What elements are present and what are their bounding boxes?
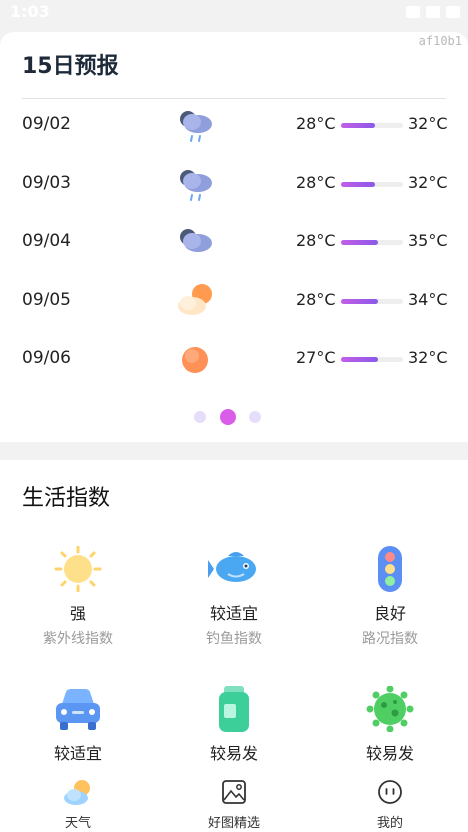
forecast-date: 09/06 (22, 348, 71, 368)
temperature-range-fill (341, 182, 376, 187)
weather-icon (64, 780, 90, 805)
life-item-traffic[interactable]: 良好 路况指数 (312, 546, 468, 648)
nav-weather[interactable]: 天气 (0, 776, 156, 831)
status-time: 1:03 (10, 2, 50, 21)
car-icon (56, 689, 100, 730)
forecast-row[interactable]: 09/06 27°C 32°C (0, 334, 468, 386)
life-item-bottle[interactable]: 较易发 (156, 686, 312, 764)
forecast-row[interactable]: 09/05 28°C 34°C (0, 276, 468, 328)
rain-cloud-icon (180, 111, 212, 142)
life-item-value: 强 (69, 604, 86, 623)
forecast-row[interactable]: 09/04 28°C 35°C (0, 217, 468, 269)
forecast-date: 09/03 (22, 173, 71, 193)
nav-label: 我的 (376, 816, 403, 831)
temperature-range-fill (341, 357, 379, 362)
life-item-virus[interactable]: 较易发 (312, 686, 468, 764)
forecast-low: 28°C (296, 290, 336, 309)
profile-icon (378, 780, 402, 804)
image-icon (222, 780, 246, 804)
traffic-light-icon (378, 546, 402, 592)
life-item-name: 紫外线指数 (43, 631, 113, 647)
life-item-value: 较易发 (365, 744, 414, 763)
forecast-row[interactable]: 09/02 28°C 32°C (0, 100, 468, 152)
cloudy-icon (180, 229, 212, 252)
partly-cloudy-icon (178, 284, 212, 315)
divider (22, 98, 446, 99)
life-index-title: 生活指数 (22, 486, 111, 511)
life-item-car[interactable]: 较适宜 (0, 686, 156, 764)
wifi-icon (406, 6, 420, 18)
temperature-range-bar (341, 123, 403, 128)
forecast-date: 09/04 (22, 231, 71, 251)
signal-icon (426, 6, 440, 18)
temperature-range-fill (341, 299, 379, 304)
forecast-title: 15日预报 (22, 54, 119, 79)
forecast-high: 34°C (408, 290, 448, 309)
life-item-name: 路况指数 (362, 631, 418, 647)
forecast-high: 32°C (408, 114, 448, 133)
forecast-high: 35°C (408, 231, 448, 250)
life-item-uv[interactable]: 强 紫外线指数 (0, 546, 156, 648)
forecast-low: 28°C (296, 231, 336, 250)
life-item-name: 钓鱼指数 (206, 631, 262, 647)
forecast-high: 32°C (408, 348, 448, 367)
forecast-card: 15日预报 09/02 28°C 32°C 09/03 28°C 32°C 09/04 28°… (0, 32, 468, 442)
rain-cloud-icon (180, 170, 212, 201)
nav-profile[interactable]: 我的 (312, 776, 468, 831)
nav-label: 好图精选 (207, 816, 260, 831)
status-bar: 1:03 (0, 0, 468, 30)
bottle-icon (219, 686, 249, 732)
page-dot-1[interactable] (194, 411, 206, 423)
page-dot-2[interactable] (220, 409, 236, 425)
forecast-low: 28°C (296, 114, 336, 133)
bottom-nav: 天气 好图精选 我的 (0, 772, 468, 832)
fish-icon (208, 552, 256, 582)
sun-icon (182, 347, 208, 373)
temperature-range-fill (341, 240, 379, 245)
forecast-low: 27°C (296, 348, 336, 367)
life-item-value: 较易发 (209, 744, 258, 763)
page-dot-3[interactable] (249, 411, 261, 423)
forecast-row[interactable]: 09/03 28°C 32°C (0, 159, 468, 211)
life-item-fishing[interactable]: 较适宜 钓鱼指数 (156, 546, 312, 648)
uv-sun-icon (54, 546, 102, 592)
forecast-low: 28°C (296, 173, 336, 192)
nav-gallery[interactable]: 好图精选 (156, 776, 312, 831)
watermark: af10b1 (418, 34, 462, 48)
forecast-date: 09/05 (22, 290, 71, 310)
battery-icon (446, 6, 460, 18)
temperature-range-bar (341, 357, 403, 362)
nav-label: 天气 (64, 816, 91, 831)
temperature-range-bar (341, 299, 403, 304)
status-icons (406, 6, 460, 18)
forecast-high: 32°C (408, 173, 448, 192)
forecast-date: 09/02 (22, 114, 71, 134)
life-item-value: 良好 (373, 604, 406, 623)
life-item-value: 较适宜 (53, 744, 102, 763)
temperature-range-fill (341, 123, 376, 128)
temperature-range-bar (341, 240, 403, 245)
page-indicator (0, 407, 468, 427)
temperature-range-bar (341, 182, 403, 187)
life-item-value: 较适宜 (209, 604, 258, 623)
virus-icon (366, 686, 414, 732)
